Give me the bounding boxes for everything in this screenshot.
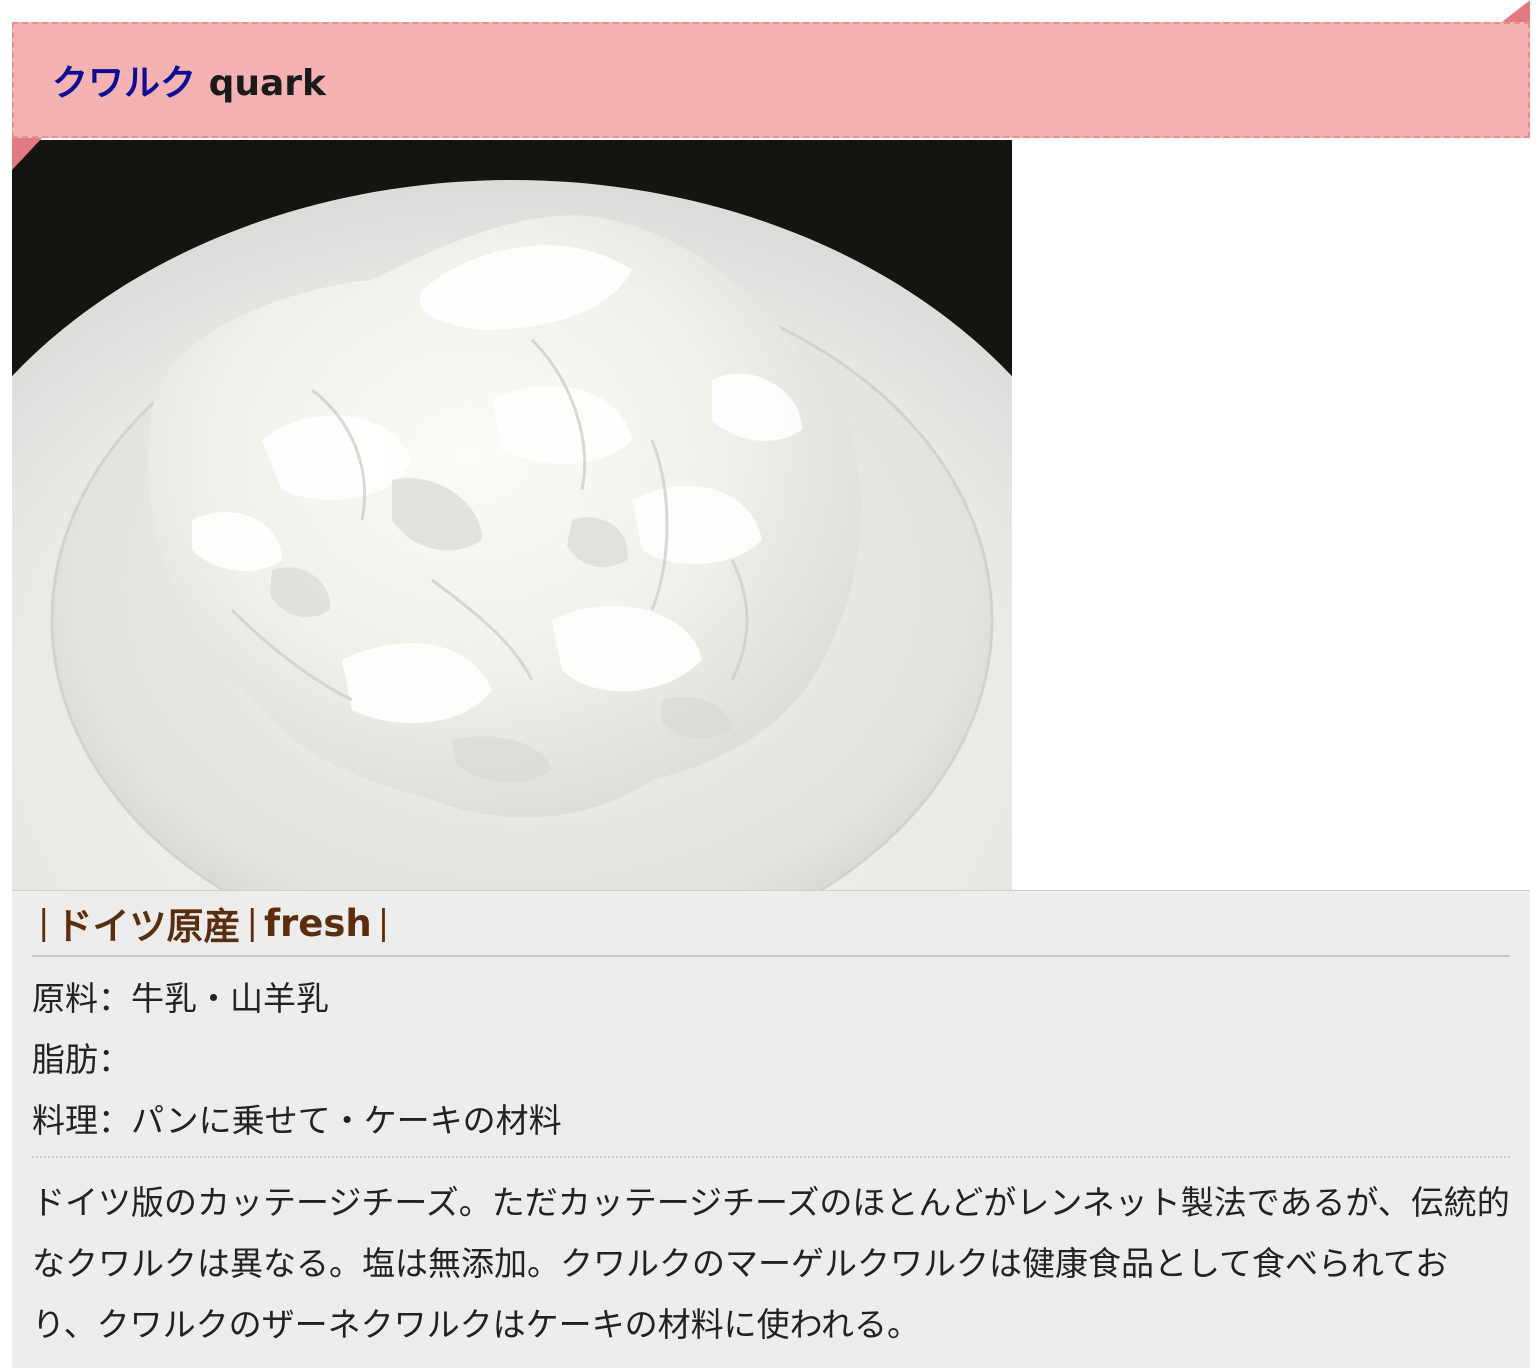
spec-cuisine: 料理：パンに乗せて・ケーキの材料: [32, 1100, 562, 1140]
ribbon-fold-top-right: [1502, 0, 1530, 22]
cheese-specs: 原料：牛乳・山羊乳 脂肪： 料理：パンに乗せて・ケーキの材料: [32, 957, 1510, 1158]
cheese-description: ドイツ版のカッテージチーズ。ただカッテージチーズのほとんどがレンネット製法である…: [32, 1183, 1510, 1344]
spec-ingredients: 原料：牛乳・山羊乳: [32, 978, 329, 1018]
cheese-heading-ribbon: クワルク quark: [12, 22, 1530, 138]
cheese-heading: クワルク quark: [52, 54, 326, 106]
tag-separator: |: [38, 903, 50, 943]
cheese-name-japanese: クワルク: [52, 63, 197, 104]
ribbon-fold-bottom-left: [12, 138, 42, 170]
cheese-photo: [12, 140, 1012, 890]
tag-separator: |: [377, 903, 390, 943]
spec-fat: 脂肪：: [32, 1039, 131, 1079]
cheese-name-english: quark: [208, 63, 326, 104]
type-tag: fresh: [263, 901, 372, 945]
origin-tag: ドイツ原産: [55, 905, 241, 948]
cheese-tags: | ドイツ原産 | fresh |: [32, 891, 1510, 957]
tag-separator: |: [246, 903, 258, 943]
cheese-info-box: | ドイツ原産 | fresh | 原料：牛乳・山羊乳 脂肪： 料理：パンに乗せ…: [12, 890, 1530, 1368]
